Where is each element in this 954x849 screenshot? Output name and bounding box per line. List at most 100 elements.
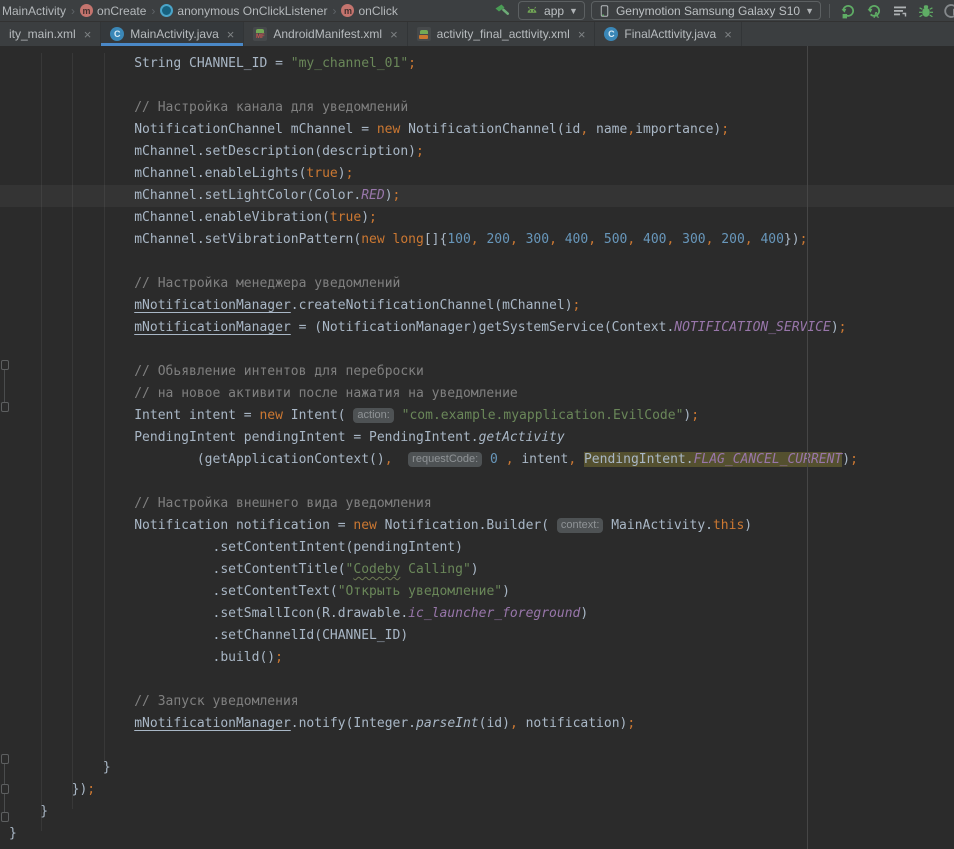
run-toolbar: app ▼ Genymotion Samsung Galaxy S10 ▼ <box>492 1 954 20</box>
code-line: // Запуск уведомления <box>0 691 954 713</box>
code-line: mChannel.enableVibration(true); <box>0 207 954 229</box>
profiler-icon[interactable] <box>890 2 910 20</box>
code-line: mNotificationManager.createNotificationC… <box>0 295 954 317</box>
xml-file-icon <box>417 27 431 41</box>
fold-marker[interactable] <box>1 754 9 764</box>
breadcrumb-label: onClick <box>358 4 397 18</box>
breadcrumb-label: MainActivity <box>2 4 66 18</box>
fold-marker[interactable] <box>1 402 9 412</box>
code-area: String CHANNEL_ID = "my_channel_01"; // … <box>0 46 954 845</box>
code-line: .setContentIntent(pendingIntent) <box>0 537 954 559</box>
fold-marker[interactable] <box>1 812 9 822</box>
code-line: PendingIntent pendingIntent = PendingInt… <box>0 427 954 449</box>
breadcrumb-separator-icon: › <box>332 4 336 18</box>
code-line: // Настройка внешнего вида уведомления <box>0 493 954 515</box>
code-line: String CHANNEL_ID = "my_channel_01"; <box>0 53 954 75</box>
code-line: .setChannelId(CHANNEL_ID) <box>0 625 954 647</box>
tab-ity_main.xml[interactable]: ity_main.xml × <box>0 22 101 46</box>
code-line: } <box>0 823 954 845</box>
code-line: // Настройка менеджера уведомлений <box>0 273 954 295</box>
anonymous-class-icon <box>160 4 173 17</box>
tab-AndroidManifest.xml[interactable]: MF AndroidManifest.xml × <box>244 22 407 46</box>
code-line: mNotificationManager.notify(Integer.pars… <box>0 713 954 735</box>
code-line <box>0 735 954 757</box>
code-line: } <box>0 801 954 823</box>
breadcrumb-label: onCreate <box>97 4 146 18</box>
close-tab-icon[interactable]: × <box>390 28 398 41</box>
code-line: .build(); <box>0 647 954 669</box>
code-line: .setContentText("Открыть уведомление") <box>0 581 954 603</box>
run-config-selector[interactable]: app ▼ <box>518 1 585 20</box>
device-label: Genymotion Samsung Galaxy S10 <box>616 4 800 18</box>
code-line-caret: mChannel.setLightColor(Color.RED); <box>0 185 954 207</box>
close-tab-icon[interactable]: × <box>578 28 586 41</box>
code-line <box>0 669 954 691</box>
apply-changes-icon[interactable] <box>838 2 858 20</box>
code-line: mChannel.enableLights(true); <box>0 163 954 185</box>
code-line: NotificationChannel mChannel = new Notif… <box>0 119 954 141</box>
code-line: } <box>0 757 954 779</box>
code-line <box>0 471 954 493</box>
parameter-hint: context: <box>557 518 604 533</box>
code-editor[interactable]: String CHANNEL_ID = "my_channel_01"; // … <box>0 46 954 849</box>
right-margin-guide <box>807 46 808 849</box>
fold-marker[interactable] <box>1 784 9 794</box>
breadcrumb-item[interactable]: m onCreate <box>80 4 146 18</box>
breadcrumb-separator-icon: › <box>71 4 75 18</box>
breadcrumb-separator-icon: › <box>151 4 155 18</box>
code-line <box>0 75 954 97</box>
code-line <box>0 339 954 361</box>
manifest-icon: MF <box>253 27 267 41</box>
code-line: mChannel.setVibrationPattern(new long[]{… <box>0 229 954 251</box>
tab-label: FinalActtivity.java <box>624 27 716 41</box>
code-line: Intent intent = new Intent( action: "com… <box>0 405 954 427</box>
code-line: // на новое активити после нажатия на ув… <box>0 383 954 405</box>
tab-activity_final_acttivity.xml[interactable]: activity_final_acttivity.xml × <box>408 22 596 46</box>
android-robot-icon <box>525 4 539 18</box>
breadcrumb: MainActivity › m onCreate › anonymous OnClick… <box>0 4 398 18</box>
tab-label: MainActivity.java <box>130 27 218 41</box>
code-line: Notification notification = new Notifica… <box>0 515 954 537</box>
code-line: .setSmallIcon(R.drawable.ic_launcher_for… <box>0 603 954 625</box>
breadcrumb-item[interactable]: m onClick <box>341 4 397 18</box>
parameter-hint: action: <box>353 408 393 423</box>
device-phone-icon <box>598 4 611 18</box>
navigation-toolbar: MainActivity › m onCreate › anonymous OnClick… <box>0 0 954 22</box>
code-line: mChannel.setDescription(description); <box>0 141 954 163</box>
method-icon: m <box>341 4 354 17</box>
build-hammer-icon[interactable] <box>492 2 512 20</box>
java-class-icon: C <box>604 27 618 41</box>
chevron-down-icon: ▼ <box>569 6 578 16</box>
code-line: // Обьявление интентов для переброски <box>0 361 954 383</box>
ide-window: MainActivity › m onCreate › anonymous OnClick… <box>0 0 954 849</box>
tab-label: activity_final_acttivity.xml <box>437 27 570 41</box>
tab-label: AndroidManifest.xml <box>273 27 382 41</box>
chevron-down-icon: ▼ <box>805 6 814 16</box>
breadcrumb-item[interactable]: MainActivity <box>2 4 66 18</box>
editor-tabs: ity_main.xml × C MainActivity.java × MF Androi… <box>0 22 954 46</box>
code-line <box>0 251 954 273</box>
attach-debugger-icon[interactable] <box>942 2 954 20</box>
device-selector[interactable]: Genymotion Samsung Galaxy S10 ▼ <box>591 1 821 20</box>
close-tab-icon[interactable]: × <box>84 28 92 41</box>
code-line: (getApplicationContext(), requestCode: 0… <box>0 449 954 471</box>
code-line: }); <box>0 779 954 801</box>
breadcrumb-label: anonymous OnClickListener <box>177 4 327 18</box>
tab-label: ity_main.xml <box>9 27 76 41</box>
run-config-label: app <box>544 4 564 18</box>
fold-marker[interactable] <box>1 360 9 370</box>
tab-FinalActtivity.java[interactable]: C FinalActtivity.java × <box>595 22 741 46</box>
code-line: mNotificationManager = (NotificationMana… <box>0 317 954 339</box>
method-icon: m <box>80 4 93 17</box>
java-class-icon: C <box>110 27 124 41</box>
close-tab-icon[interactable]: × <box>724 28 732 41</box>
debug-icon[interactable] <box>916 2 936 20</box>
apply-code-changes-icon[interactable]: A <box>864 2 884 20</box>
svg-text:A: A <box>873 11 879 19</box>
tab-MainActivity.java[interactable]: C MainActivity.java × <box>101 22 244 46</box>
breadcrumb-item[interactable]: anonymous OnClickListener <box>160 4 327 18</box>
code-line: .setContentTitle("Codeby Calling") <box>0 559 954 581</box>
code-line: // Настройка канала для уведомлений <box>0 97 954 119</box>
close-tab-icon[interactable]: × <box>227 28 235 41</box>
toolbar-separator <box>829 4 830 18</box>
